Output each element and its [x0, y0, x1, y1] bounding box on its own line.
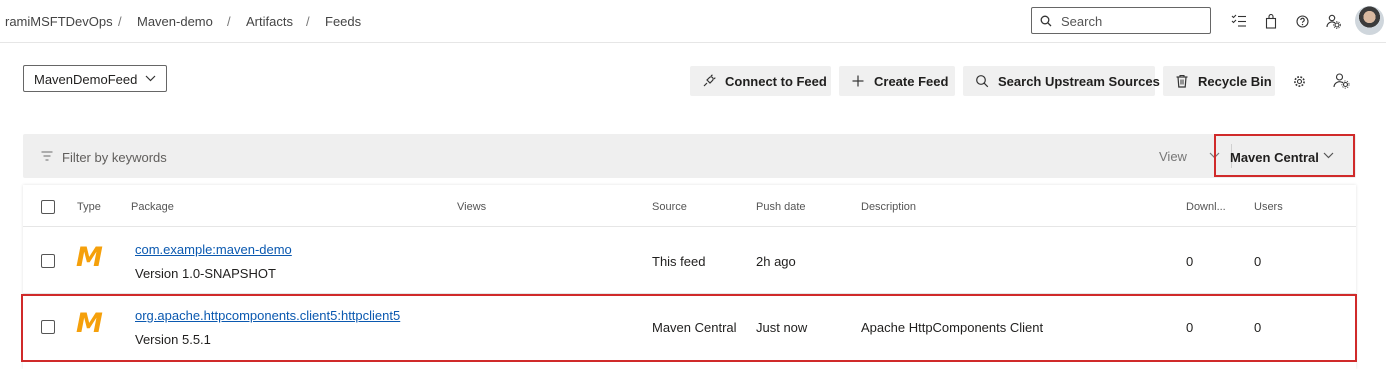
shopping-bag-icon[interactable]	[1262, 12, 1280, 30]
filter-input[interactable]: Filter by keywords	[62, 150, 167, 165]
package-push-date: Just now	[756, 320, 808, 335]
chevron-down-icon	[145, 75, 156, 82]
package-source: Maven Central	[652, 320, 737, 335]
top-bar: ramiMSFTDevOps / Maven-demo / Artifacts …	[0, 0, 1386, 43]
avatar[interactable]	[1355, 6, 1384, 35]
column-header-source[interactable]: Source	[652, 201, 687, 213]
breadcrumb-org[interactable]: ramiMSFTDevOps	[5, 14, 113, 29]
package-link[interactable]: org.apache.httpcomponents.client5:httpcl…	[135, 308, 400, 323]
column-header-views[interactable]: Views	[457, 201, 486, 213]
source-filter-value: Maven Central	[1230, 150, 1319, 165]
source-filter-dropdown[interactable]: Maven Central	[1214, 134, 1355, 177]
package-version: Version 5.5.1	[135, 332, 211, 347]
column-header-downloads[interactable]: Downl...	[1186, 201, 1226, 213]
column-header-push-date[interactable]: Push date	[756, 201, 806, 213]
view-dropdown[interactable]: View	[1159, 149, 1187, 164]
user-settings-icon[interactable]	[1324, 12, 1342, 30]
plug-icon	[703, 74, 716, 87]
maven-icon: M	[76, 242, 103, 273]
connect-to-feed-label: Connect to Feed	[725, 74, 827, 89]
package-push-date: 2h ago	[756, 254, 796, 269]
select-all-checkbox[interactable]	[41, 200, 55, 214]
package-users: 0	[1254, 254, 1262, 269]
search-upstream-sources-label: Search Upstream Sources	[998, 74, 1160, 89]
search-input[interactable]: Search	[1031, 7, 1211, 34]
list-check-icon[interactable]	[1230, 12, 1248, 30]
gear-icon[interactable]	[1288, 70, 1310, 92]
breadcrumb-separator: /	[306, 14, 310, 29]
feed-dropdown[interactable]: MavenDemoFeed	[23, 65, 167, 92]
package-description: Apache HttpComponents Client	[861, 320, 1044, 335]
permissions-icon[interactable]	[1330, 70, 1352, 92]
filter-icon	[41, 151, 53, 161]
plus-icon	[852, 75, 864, 87]
maven-icon: M	[76, 308, 103, 339]
package-downloads: 0	[1186, 254, 1194, 269]
help-icon[interactable]	[1293, 12, 1311, 30]
trash-icon	[1176, 74, 1188, 88]
create-feed-button[interactable]: Create Feed	[839, 66, 955, 96]
package-link[interactable]: com.example:maven-demo	[135, 242, 292, 257]
breadcrumb-feeds[interactable]: Feeds	[325, 14, 361, 29]
breadcrumb-separator: /	[118, 14, 122, 29]
feed-dropdown-value: MavenDemoFeed	[34, 72, 138, 87]
search-upstream-sources-button[interactable]: Search Upstream Sources	[963, 66, 1160, 96]
recycle-bin-button[interactable]: Recycle Bin	[1163, 66, 1275, 96]
row-checkbox[interactable]	[41, 254, 55, 268]
chevron-down-icon	[1323, 152, 1334, 159]
packages-table: Type Package Views Source Push date Desc…	[23, 185, 1356, 369]
header-divider	[23, 226, 1356, 227]
breadcrumb-project[interactable]: Maven-demo	[137, 14, 213, 29]
package-users: 0	[1254, 320, 1262, 335]
recycle-bin-label: Recycle Bin	[1198, 74, 1272, 89]
search-icon	[1040, 15, 1052, 27]
package-source: This feed	[652, 254, 706, 269]
breadcrumb-artifacts[interactable]: Artifacts	[246, 14, 293, 29]
search-icon	[976, 75, 989, 88]
column-header-description[interactable]: Description	[861, 201, 916, 213]
breadcrumb-separator: /	[227, 14, 231, 29]
row-divider	[23, 293, 1356, 294]
package-version: Version 1.0-SNAPSHOT	[135, 266, 276, 281]
package-downloads: 0	[1186, 320, 1194, 335]
search-placeholder: Search	[1061, 14, 1103, 29]
row-checkbox[interactable]	[41, 320, 55, 334]
filter-bar: Filter by keywords View	[23, 134, 1356, 178]
create-feed-label: Create Feed	[874, 74, 949, 89]
column-header-package[interactable]: Package	[131, 201, 174, 213]
column-header-users[interactable]: Users	[1254, 201, 1283, 213]
column-header-type[interactable]: Type	[77, 201, 101, 213]
connect-to-feed-button[interactable]: Connect to Feed	[690, 66, 831, 96]
